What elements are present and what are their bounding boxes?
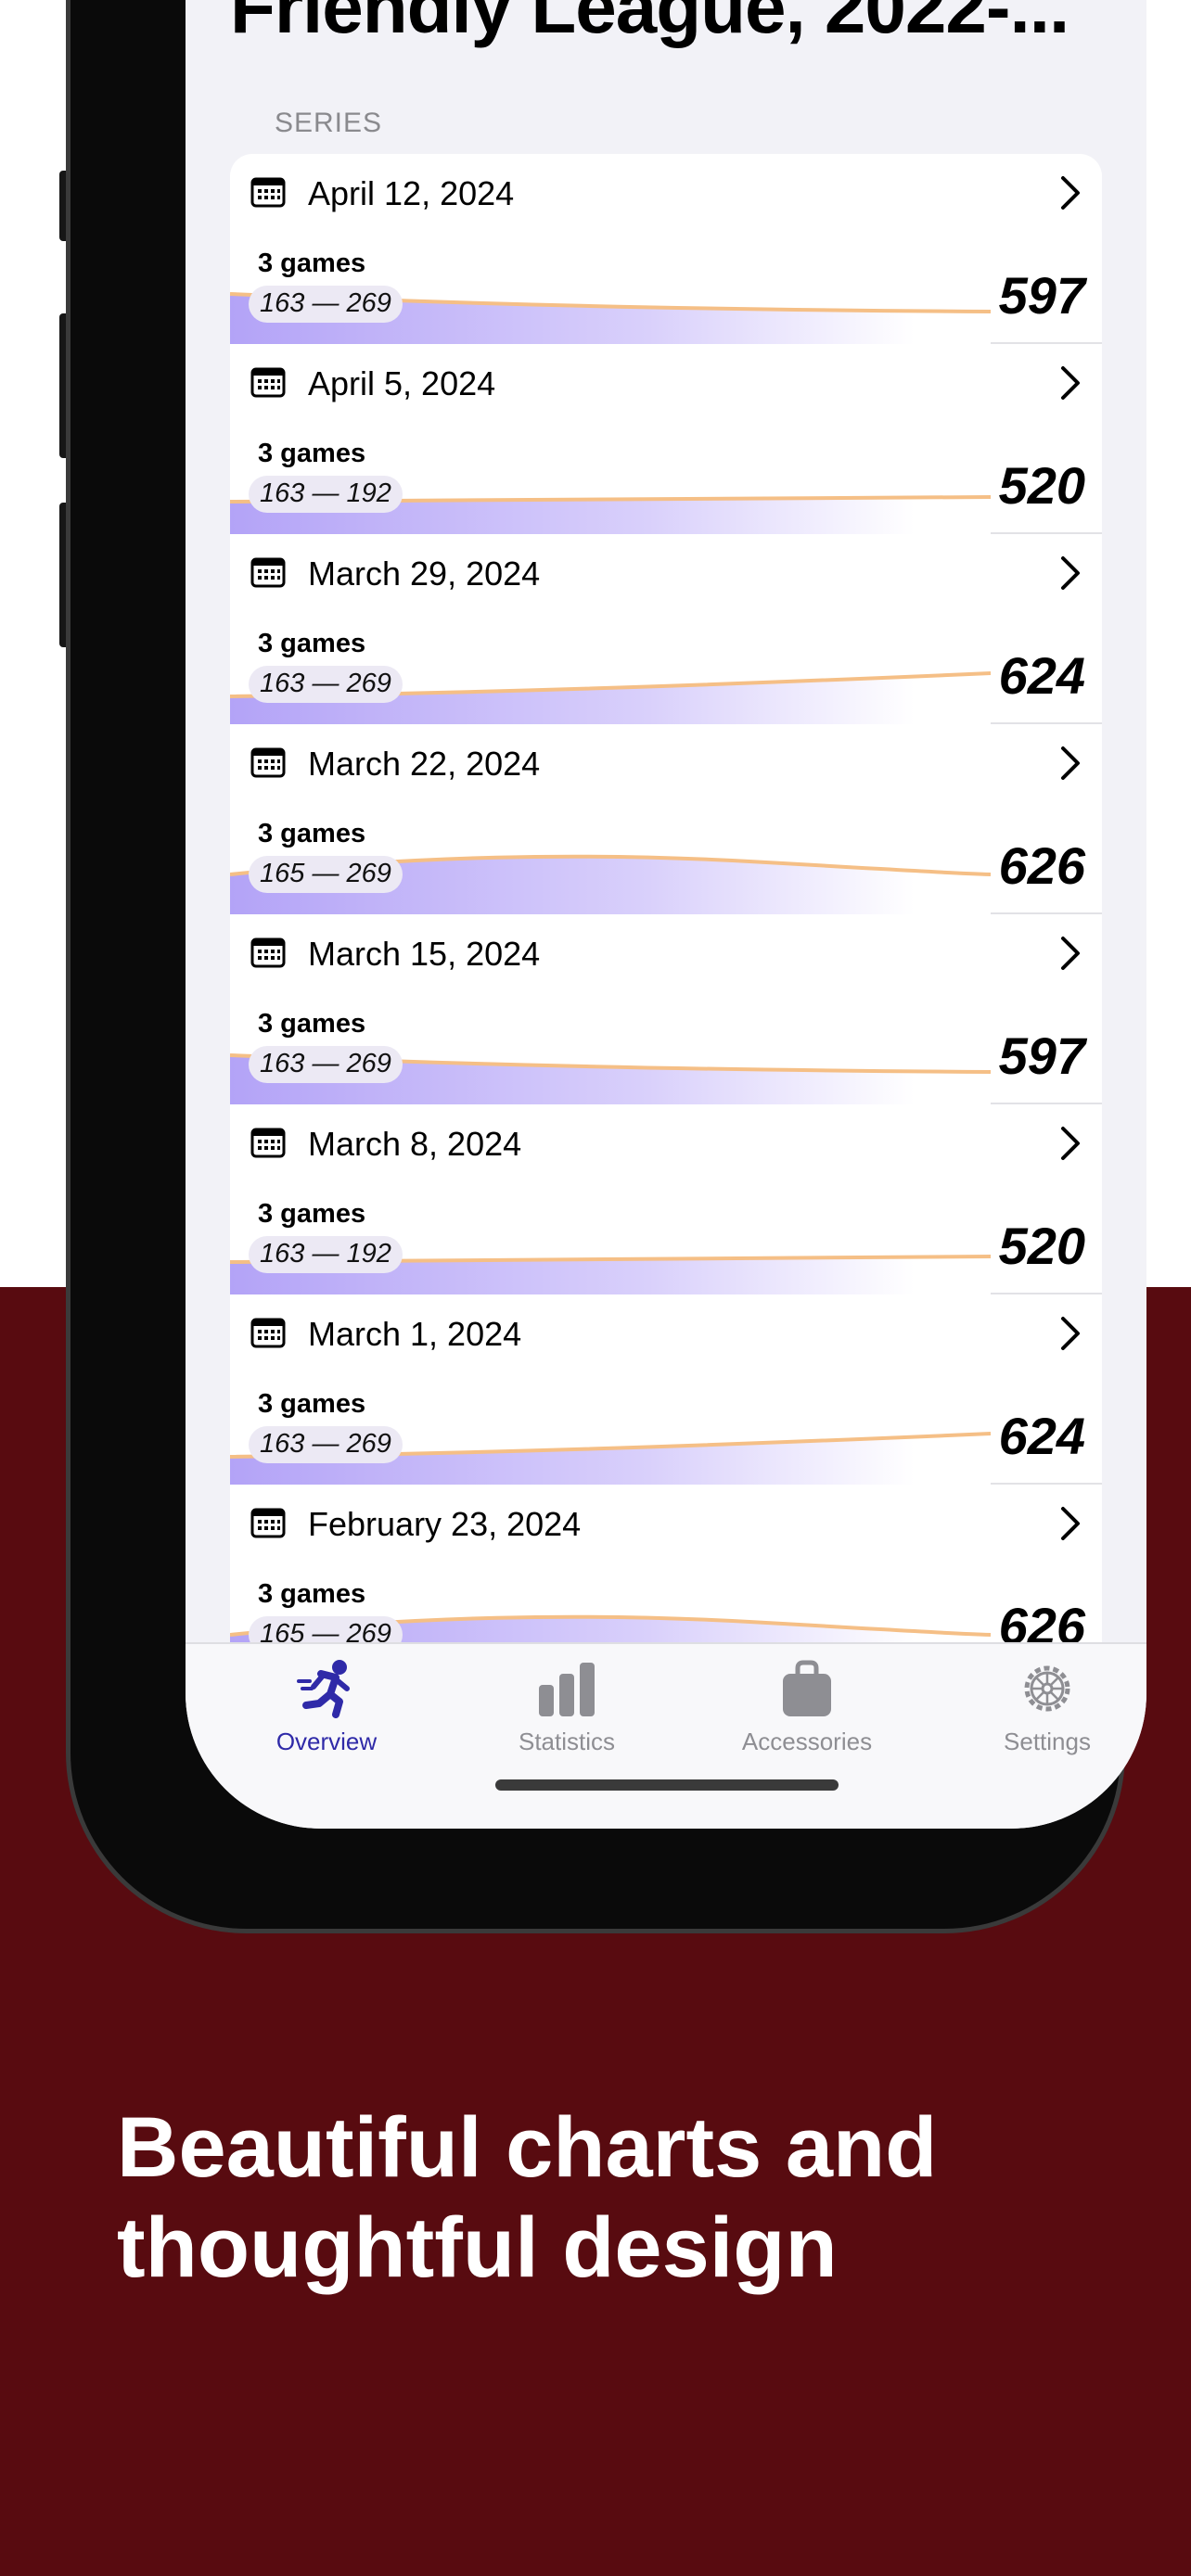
- home-indicator[interactable]: [495, 1779, 839, 1791]
- series-date: March 8, 2024: [308, 1125, 522, 1163]
- series-total: 597: [998, 1027, 1085, 1085]
- section-label: SERIES: [275, 108, 383, 138]
- series-date: April 12, 2024: [308, 174, 515, 212]
- promo-line-2: thoughtful design: [117, 2200, 838, 2295]
- series-row-header[interactable]: April 12, 2024: [230, 154, 1102, 230]
- tab-label: Settings: [1004, 1728, 1091, 1755]
- series-row[interactable]: March 22, 2024 3 games 165 — 269 626: [230, 724, 1102, 914]
- score-range: 163 — 269: [249, 666, 403, 703]
- chevron-right-icon[interactable]: [1059, 745, 1082, 782]
- series-row-header[interactable]: March 8, 2024: [230, 1104, 1102, 1180]
- series-row[interactable]: March 29, 2024 3 games 163 — 269 624: [230, 534, 1102, 724]
- series-row[interactable]: March 15, 2024 3 games 163 — 269 597: [230, 914, 1102, 1104]
- score-range: 165 — 269: [249, 1616, 403, 1642]
- calendar-icon: [250, 1318, 286, 1348]
- calendar-icon: [250, 367, 286, 398]
- series-date: April 5, 2024: [308, 364, 496, 402]
- series-total: 520: [998, 456, 1085, 515]
- series-row-header[interactable]: March 22, 2024: [230, 724, 1102, 800]
- calendar-icon: [250, 937, 286, 968]
- series-row[interactable]: March 8, 2024 3 games 163 — 192 520: [230, 1104, 1102, 1294]
- tab-overview[interactable]: Overview: [234, 1659, 419, 1756]
- calendar-icon: [250, 1128, 286, 1158]
- chevron-right-icon[interactable]: [1059, 364, 1082, 402]
- series-row[interactable]: March 1, 2024 3 games 163 — 269 624: [230, 1294, 1102, 1485]
- series-date: February 23, 2024: [308, 1505, 582, 1543]
- calendar-icon: [250, 747, 286, 778]
- chevron-right-icon[interactable]: [1059, 1505, 1082, 1542]
- tab-accessories[interactable]: Accessories: [714, 1659, 900, 1756]
- promo-tagline: Beautiful charts and thoughtful design: [117, 2098, 1044, 2298]
- chevron-right-icon[interactable]: [1059, 1125, 1082, 1162]
- series-row[interactable]: April 12, 2024 3 games 163 — 269 597: [230, 154, 1102, 344]
- series-date: March 22, 2024: [308, 745, 541, 783]
- runner-icon: [297, 1660, 350, 1718]
- calendar-icon: [250, 1508, 286, 1538]
- gear-icon: [1024, 1665, 1070, 1712]
- bar-chart-icon: [539, 1663, 595, 1716]
- tab-bar: Overview Statistics Accessories Settings: [186, 1642, 1146, 1829]
- calendar-icon: [250, 557, 286, 588]
- series-total: 626: [998, 1597, 1085, 1642]
- series-row-header[interactable]: February 23, 2024: [230, 1485, 1102, 1561]
- series-total: 520: [998, 1217, 1085, 1275]
- tab-label: Accessories: [741, 1728, 873, 1755]
- series-total: 626: [998, 836, 1085, 895]
- score-range: 163 — 269: [249, 1046, 403, 1083]
- tab-label: Statistics: [518, 1728, 616, 1755]
- series-date: March 15, 2024: [308, 935, 541, 973]
- score-range: 163 — 192: [249, 1236, 403, 1273]
- series-row[interactable]: February 23, 2024 3 games 165 — 269 626: [230, 1485, 1102, 1642]
- series-row-header[interactable]: March 15, 2024: [230, 914, 1102, 990]
- score-range: 163 — 192: [249, 476, 403, 513]
- score-range: 163 — 269: [249, 1426, 403, 1463]
- series-total: 597: [998, 266, 1085, 325]
- series-list: April 12, 2024 3 games 163 — 269 597 Apr…: [230, 154, 1102, 1642]
- chevron-right-icon[interactable]: [1059, 174, 1082, 211]
- page-title: Friendly League, 2022-...: [230, 0, 1069, 48]
- series-date: March 1, 2024: [308, 1315, 522, 1353]
- score-range: 163 — 269: [249, 286, 403, 323]
- chevron-right-icon[interactable]: [1059, 555, 1082, 592]
- series-row[interactable]: April 5, 2024 3 games 163 — 192 520: [230, 344, 1102, 534]
- bag-icon: [783, 1660, 831, 1716]
- series-row-header[interactable]: April 5, 2024: [230, 344, 1102, 420]
- chevron-right-icon[interactable]: [1059, 935, 1082, 972]
- chevron-right-icon[interactable]: [1059, 1315, 1082, 1352]
- promo-line-1: Beautiful charts and: [117, 2100, 938, 2195]
- series-total: 624: [998, 1407, 1085, 1465]
- series-row-header[interactable]: March 29, 2024: [230, 534, 1102, 610]
- series-total: 624: [998, 646, 1085, 705]
- calendar-icon: [250, 177, 286, 208]
- score-range: 165 — 269: [249, 856, 403, 893]
- tab-settings[interactable]: Settings: [954, 1659, 1140, 1756]
- phone-frame: Friendly League, 2022-... SERIES April 1…: [70, 0, 1146, 1929]
- series-date: March 29, 2024: [308, 555, 541, 593]
- app-screen: Friendly League, 2022-... SERIES April 1…: [186, 0, 1146, 1829]
- tab-label: Overview: [275, 1728, 378, 1755]
- series-row-header[interactable]: March 1, 2024: [230, 1294, 1102, 1371]
- tab-statistics[interactable]: Statistics: [474, 1659, 660, 1756]
